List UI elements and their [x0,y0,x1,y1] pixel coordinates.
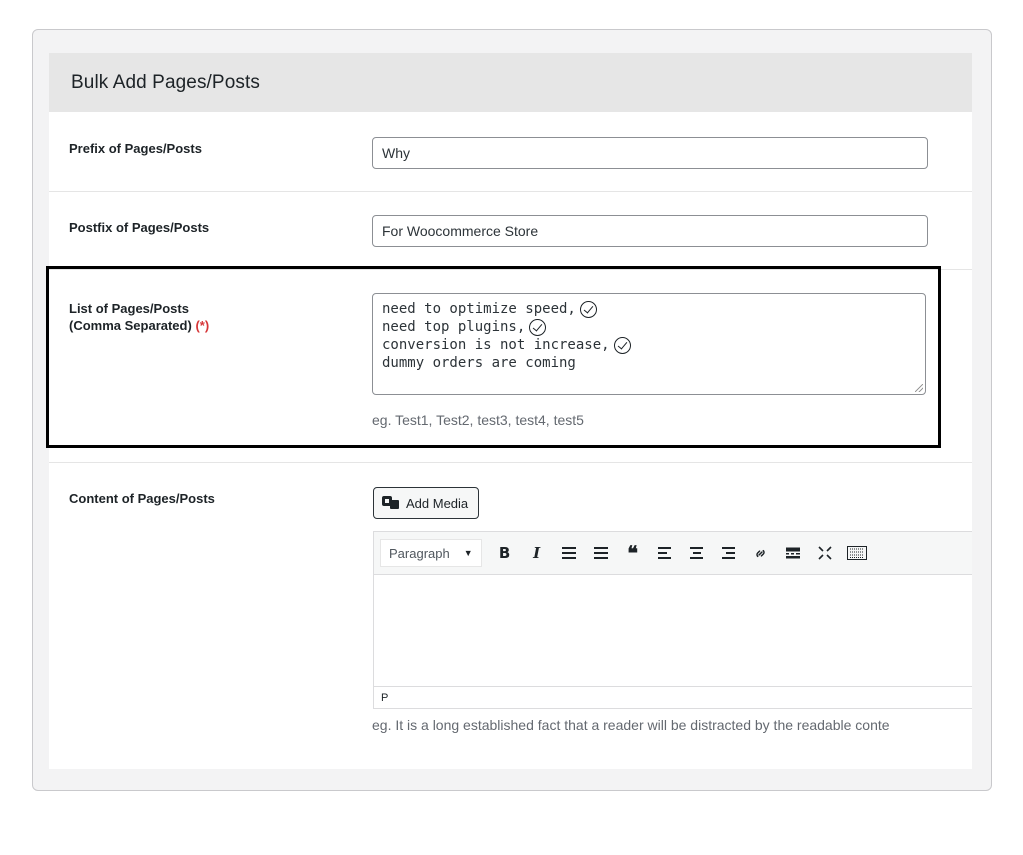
content-editor: Paragraph ▼ B I ❝ P [373,531,972,709]
bulk-add-card: Bulk Add Pages/Posts Prefix of Pages/Pos… [49,53,972,769]
toolbar-toggle-button[interactable] [844,539,870,567]
resize-grip-icon[interactable] [915,384,923,392]
list-line: need to optimize speed, [382,300,916,318]
fullscreen-icon [818,546,832,560]
bulleted-list-icon [561,547,576,559]
content-label: Content of Pages/Posts [69,491,215,506]
add-media-button[interactable]: Add Media [373,487,480,519]
link-button[interactable] [748,539,774,567]
blockquote-button[interactable]: ❝ [620,539,646,567]
content-hint: eg. It is a long established fact that a… [372,717,890,733]
fullscreen-button[interactable] [812,539,838,567]
list-label: List of Pages/Posts (Comma Separated) (*… [69,300,209,334]
prefix-input[interactable] [372,137,928,169]
numbered-list-button[interactable] [588,539,614,567]
numbered-list-icon [593,547,608,559]
card-header: Bulk Add Pages/Posts [49,53,972,112]
editor-status-path: P [374,686,972,708]
card-title: Bulk Add Pages/Posts [71,71,260,93]
check-circle-icon [529,318,547,336]
italic-button[interactable]: I [524,539,550,567]
caret-down-icon: ▼ [463,548,473,558]
editor-toolbar: Paragraph ▼ B I ❝ [374,532,972,575]
list-label-comma-separated: (Comma Separated) [69,318,192,333]
align-left-button[interactable] [652,539,678,567]
prefix-label: Prefix of Pages/Posts [69,141,202,156]
check-circle-icon [579,300,597,318]
list-row: List of Pages/Posts (Comma Separated) (*… [49,270,972,463]
list-hint: eg. Test1, Test2, test3, test4, test5 [372,412,584,428]
list-label-line1: List of Pages/Posts [69,301,189,316]
prefix-row: Prefix of Pages/Posts [49,112,972,192]
postfix-label: Postfix of Pages/Posts [69,220,210,235]
link-icon [756,549,765,557]
check-circle-icon [613,336,631,354]
postfix-row: Postfix of Pages/Posts [49,192,972,270]
bold-button[interactable]: B [492,539,518,567]
postfix-input[interactable] [372,215,928,247]
align-center-button[interactable] [684,539,710,567]
list-textarea[interactable]: need to optimize speed, need top plugins… [372,293,926,395]
list-label-line2: (Comma Separated) (*) [69,317,209,334]
format-select[interactable]: Paragraph ▼ [380,539,482,567]
list-line: dummy orders are coming [382,355,576,371]
keyboard-icon [846,546,867,560]
media-icon [382,495,400,511]
bulleted-list-button[interactable] [556,539,582,567]
align-center-icon [690,547,704,559]
align-left-icon [658,547,672,559]
read-more-icon [785,547,800,559]
list-line: need top plugins, [382,318,916,336]
editor-content-area[interactable] [374,575,972,687]
align-right-icon [722,547,736,559]
required-marker: (*) [195,318,210,333]
format-select-value: Paragraph [389,545,450,561]
read-more-button[interactable] [780,539,806,567]
list-line: conversion is not increase, [382,336,916,354]
align-right-button[interactable] [716,539,742,567]
add-media-label: Add Media [406,495,469,511]
